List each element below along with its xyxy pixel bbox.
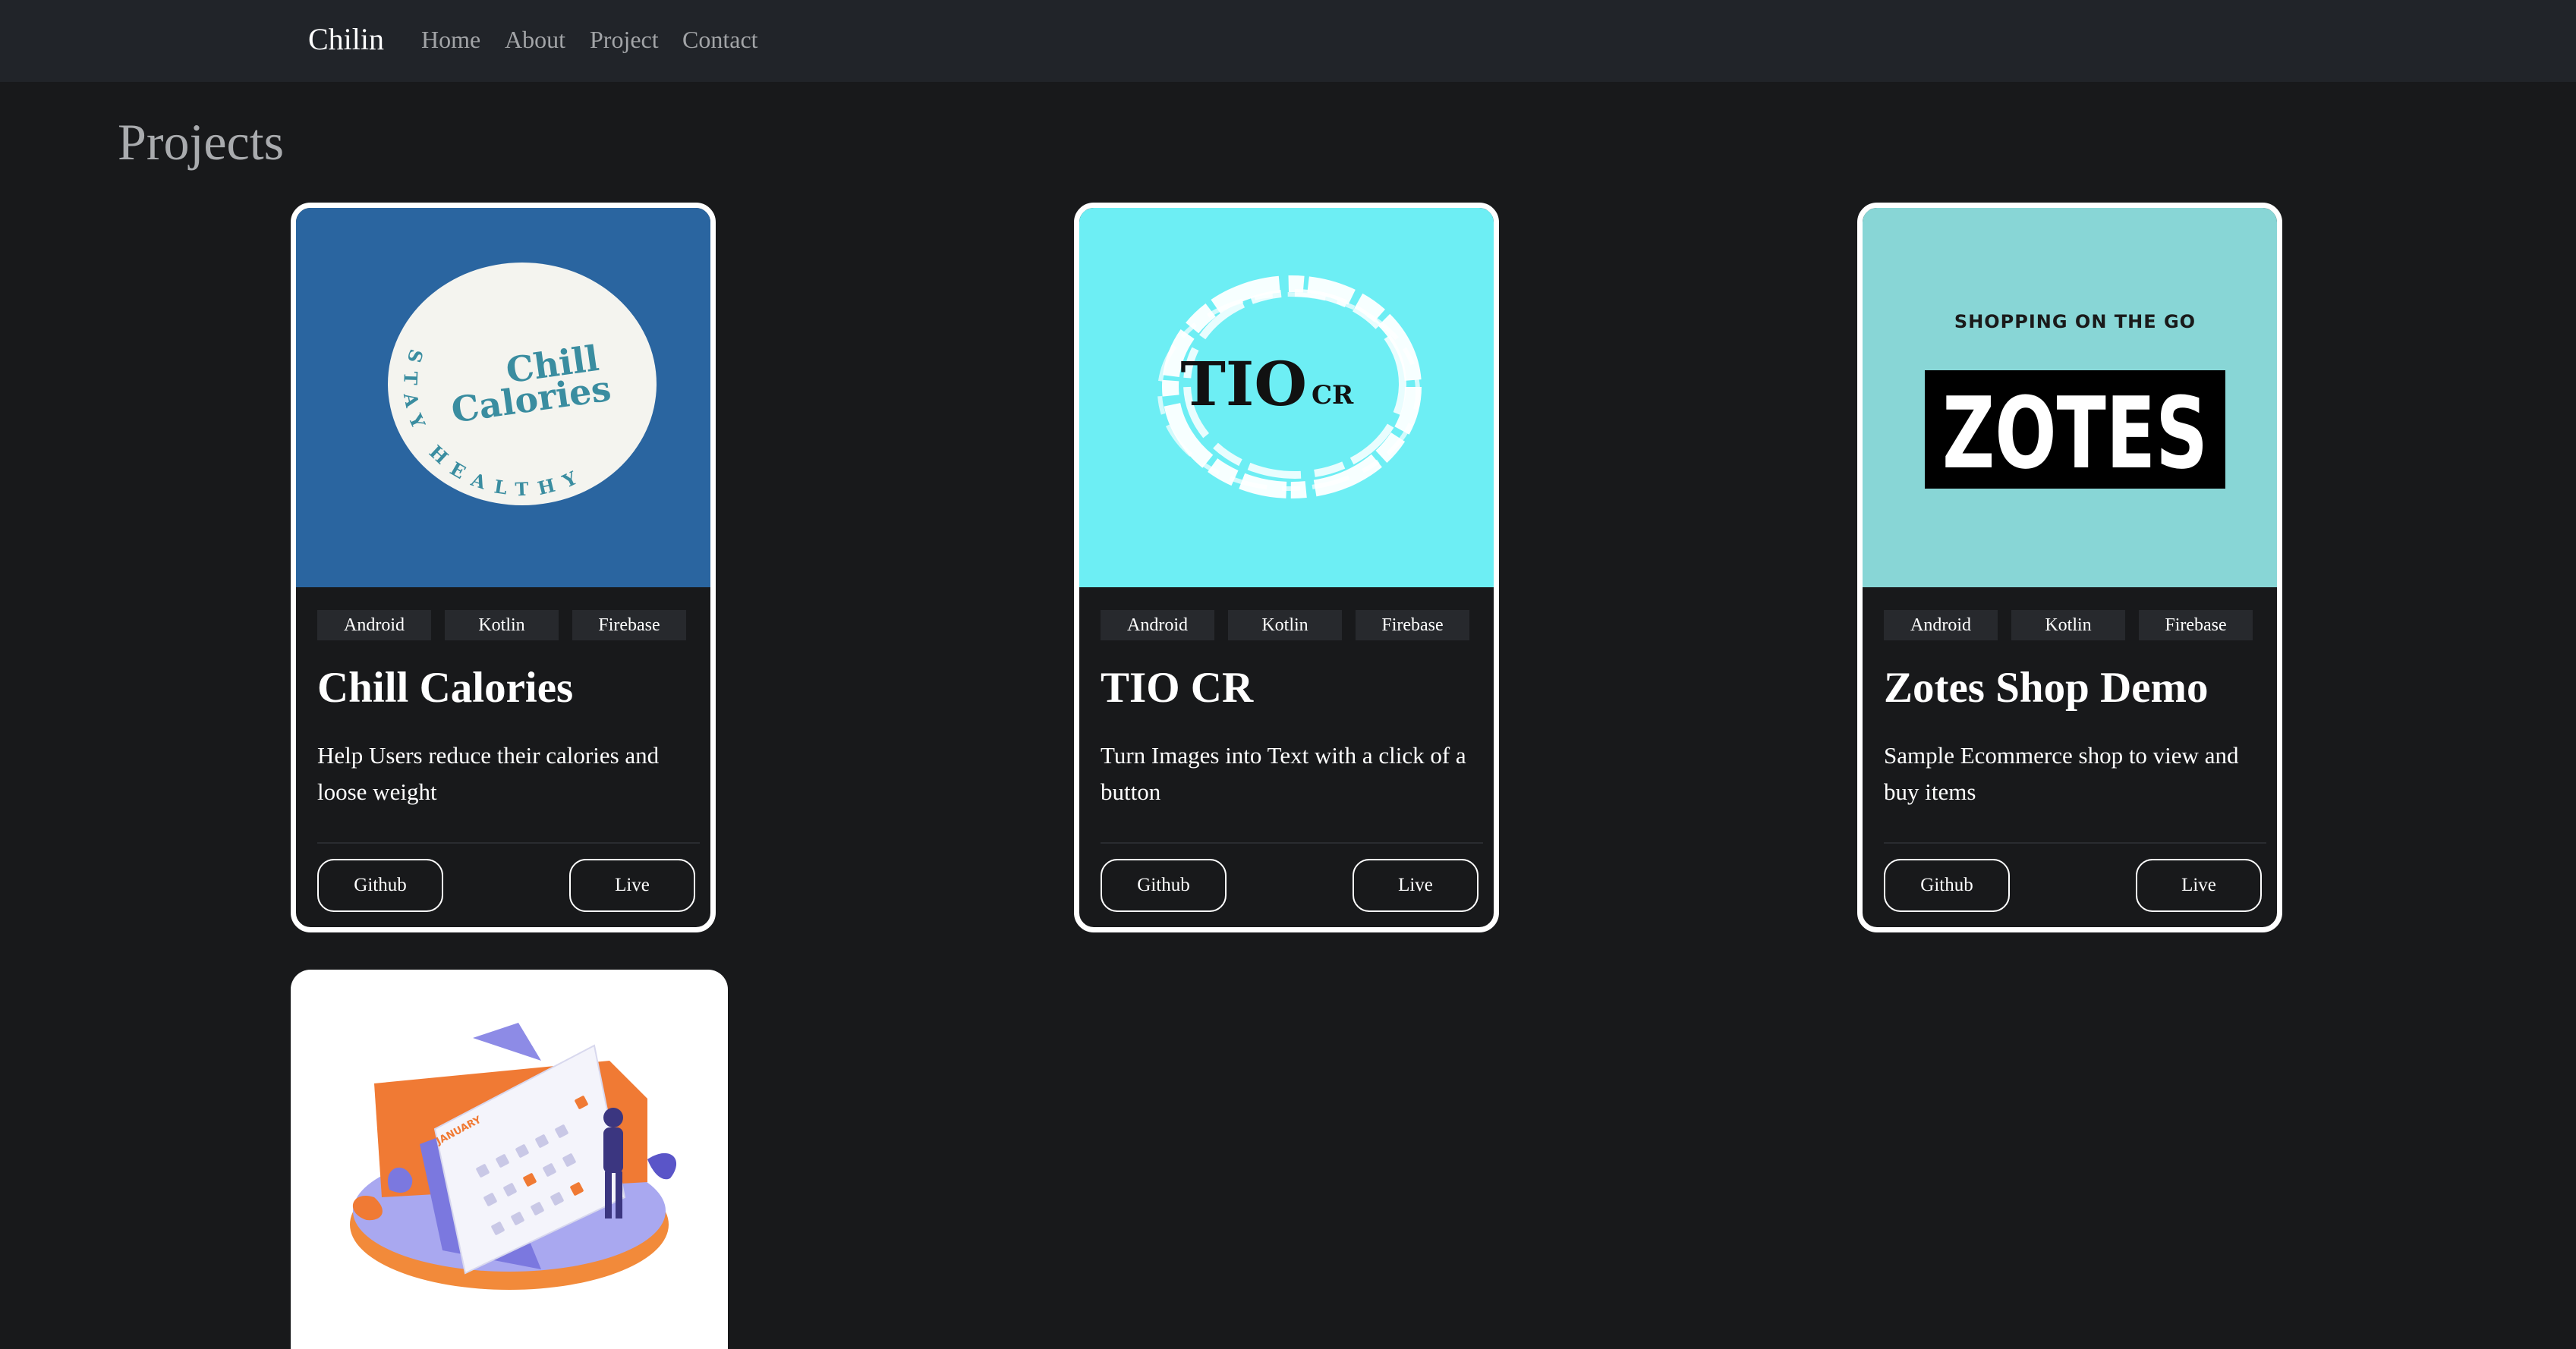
- page-title: Projects: [118, 113, 285, 171]
- tag-kotlin: Kotlin: [2011, 610, 2125, 640]
- nav-link-home[interactable]: Home: [421, 26, 480, 54]
- github-button[interactable]: Github: [1884, 859, 2010, 912]
- project-card-tio-cr: TIO CR Android Kotlin Firebase TIO CR Tu…: [1074, 203, 1499, 932]
- calendar-illustration: JANUARY: [350, 1023, 677, 1290]
- tag-firebase: Firebase: [1356, 610, 1469, 640]
- live-button[interactable]: Live: [1353, 859, 1479, 912]
- tag-android: Android: [1101, 610, 1214, 640]
- project-image-chill-calories: Chill Calories STAY HEALTHY: [296, 208, 710, 587]
- project-card-calendar: JANUARY: [291, 970, 728, 1349]
- project-title: Zotes Shop Demo: [1884, 664, 2209, 712]
- card-divider: [317, 842, 700, 844]
- live-button[interactable]: Live: [569, 859, 695, 912]
- project-title: Chill Calories: [317, 664, 574, 712]
- nav-link-about[interactable]: About: [505, 26, 565, 54]
- leaf-right: [647, 1152, 677, 1180]
- logo-tagline: SHOPPING ON THE GO: [1954, 311, 2196, 332]
- card-divider: [1884, 842, 2266, 844]
- nav-link-project[interactable]: Project: [590, 26, 659, 54]
- brand-link[interactable]: Chilin: [308, 21, 384, 57]
- github-button[interactable]: Github: [1101, 859, 1227, 912]
- tag-android: Android: [317, 610, 431, 640]
- logo-text-main: TIO: [1180, 348, 1307, 420]
- logo-text-sub: CR: [1312, 380, 1354, 410]
- navbar: Chilin Home About Project Contact: [0, 0, 2576, 82]
- live-button[interactable]: Live: [2136, 859, 2262, 912]
- project-description: Sample Ecommerce shop to view and buy it…: [1884, 742, 2239, 805]
- logo-text: ZOTES: [1942, 376, 2208, 491]
- project-description: Help Users reduce their calories and loo…: [317, 742, 660, 805]
- nav-link-contact[interactable]: Contact: [682, 26, 758, 54]
- project-card-chill-calories: Chill Calories STAY HEALTHY Android Kotl…: [291, 203, 716, 932]
- tag-kotlin: Kotlin: [1228, 610, 1342, 640]
- project-card-zotes-shop: SHOPPING ON THE GO ZOTES Android Kotlin …: [1857, 203, 2282, 932]
- tag-firebase: Firebase: [2139, 610, 2253, 640]
- github-button[interactable]: Github: [317, 859, 443, 912]
- tag-android: Android: [1884, 610, 1998, 640]
- project-description: Turn Images into Text with a click of a …: [1101, 742, 1466, 805]
- project-title: TIO CR: [1101, 664, 1254, 712]
- back-triangle: [473, 1023, 541, 1061]
- tag-firebase: Firebase: [572, 610, 686, 640]
- project-image-zotes: SHOPPING ON THE GO ZOTES: [1863, 208, 2277, 587]
- card-divider: [1101, 842, 1483, 844]
- tag-kotlin: Kotlin: [445, 610, 559, 640]
- project-image-tio-cr: TIO CR: [1079, 208, 1494, 587]
